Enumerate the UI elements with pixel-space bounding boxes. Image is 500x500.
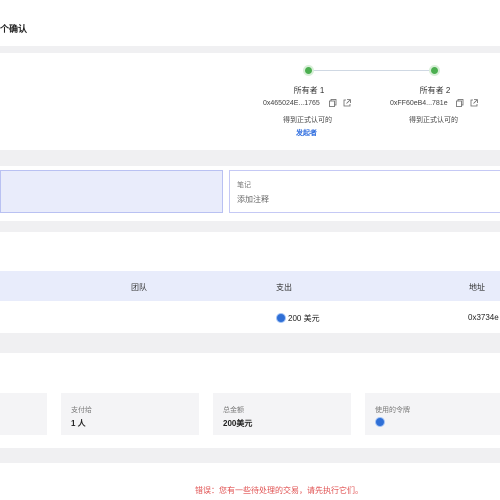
owner-1-name: 所有者 1 <box>293 86 325 95</box>
fields-panel: 笔记 添加注释 <box>0 166 500 221</box>
column-header-team: 团队 <box>131 283 147 292</box>
summary-value: 1 人 <box>71 419 86 428</box>
summary-label: 支付给 <box>71 407 92 414</box>
summary-label: 总金额 <box>223 407 244 414</box>
owner-2-status: 得到正式认可的 <box>409 117 458 124</box>
column-header-address: 地址 <box>469 283 485 292</box>
owner-1-status-dot <box>305 67 312 74</box>
recipients-panel: 团队 支出 地址 200 美元 0x3734e <box>0 232 500 333</box>
summary-panel: 支付给 1 人 总金额 200美元 使用的令牌 <box>0 353 500 448</box>
header-panel: 个确认 <box>0 0 500 46</box>
owner-1-role: 发起者 <box>296 130 317 137</box>
owner-2-address: 0xFF60eB4...781e <box>390 100 448 107</box>
summary-card-recipients: 支付给 1 人 <box>61 393 199 435</box>
notes-field[interactable]: 笔记 添加注释 <box>229 170 500 213</box>
owner-2-status-dot <box>431 67 438 74</box>
owners-panel: 所有者 1 0x465024E...1765 得到正式认可的 发起者 所有者 2… <box>0 53 500 150</box>
coin-icon <box>276 313 286 323</box>
notes-input[interactable]: 添加注释 <box>237 194 269 205</box>
summary-card-first <box>0 393 47 435</box>
column-header-amount: 支出 <box>276 283 292 292</box>
table-header <box>0 271 500 301</box>
description-field[interactable] <box>0 170 223 213</box>
owner-2-name: 所有者 2 <box>419 86 451 95</box>
summary-card-total: 总金额 200美元 <box>213 393 351 435</box>
error-message: 错误：您有一些待处理的交易，请先执行它们。 <box>195 486 363 495</box>
row-address: 0x3734e <box>468 313 499 322</box>
row-amount: 200 美元 <box>288 314 320 323</box>
copy-icon[interactable] <box>329 99 337 107</box>
external-link-icon[interactable] <box>343 99 351 107</box>
notes-label: 笔记 <box>237 182 251 189</box>
copy-icon[interactable] <box>456 99 464 107</box>
summary-value: 200美元 <box>223 419 253 428</box>
page-title: 个确认 <box>0 24 28 34</box>
summary-card-token: 使用的令牌 <box>365 393 500 435</box>
footer-panel: 错误：您有一些待处理的交易，请先执行它们。 <box>0 463 500 500</box>
external-link-icon[interactable] <box>470 99 478 107</box>
owner-1-address: 0x465024E...1765 <box>263 100 320 107</box>
owner-1-status: 得到正式认可的 <box>283 117 332 124</box>
token-icon <box>375 417 385 427</box>
summary-label: 使用的令牌 <box>375 407 410 414</box>
owners-connector-line <box>309 70 435 71</box>
table-row: 200 美元 0x3734e <box>0 301 500 332</box>
